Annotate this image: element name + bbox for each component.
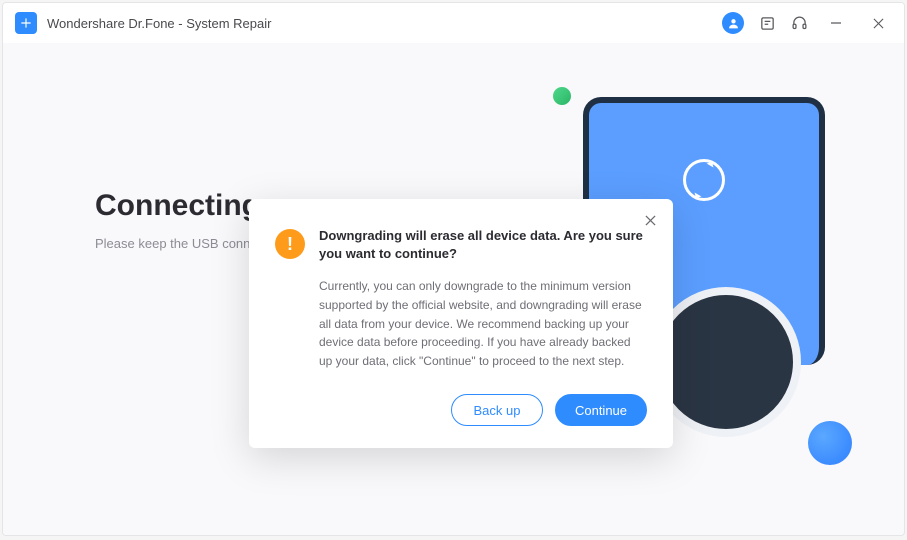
app-window: Wondershare Dr.Fone - System Repair Conn… (2, 2, 905, 536)
warning-icon: ! (275, 229, 305, 259)
dialog-close-button[interactable] (641, 211, 659, 229)
confirm-dialog: ! Downgrading will erase all device data… (249, 199, 673, 448)
titlebar-actions (722, 9, 892, 37)
modal-backdrop: ! Downgrading will erase all device data… (3, 43, 904, 535)
minimize-button[interactable] (822, 9, 850, 37)
content-area: Connecting. Please keep the USB connecti… (3, 43, 904, 535)
feedback-icon[interactable] (758, 14, 776, 32)
user-account-icon[interactable] (722, 12, 744, 34)
dialog-title: Downgrading will erase all device data. … (319, 227, 647, 263)
app-logo-icon (15, 12, 37, 34)
dialog-body: Currently, you can only downgrade to the… (275, 277, 647, 370)
continue-button[interactable]: Continue (555, 394, 647, 426)
window-title: Wondershare Dr.Fone - System Repair (47, 16, 271, 31)
backup-button[interactable]: Back up (451, 394, 543, 426)
titlebar: Wondershare Dr.Fone - System Repair (3, 3, 904, 43)
support-headset-icon[interactable] (790, 14, 808, 32)
close-window-button[interactable] (864, 9, 892, 37)
dialog-footer: Back up Continue (275, 394, 647, 426)
